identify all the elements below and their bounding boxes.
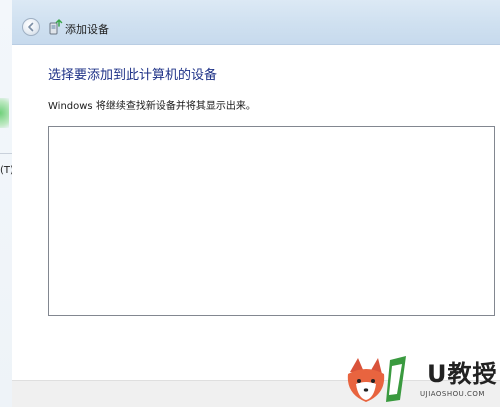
background-window-divider	[0, 153, 12, 154]
dialog-titlebar: 添加设备	[12, 0, 500, 45]
add-device-icon	[49, 19, 63, 35]
background-window-label: (T)	[0, 165, 12, 176]
watermark-brand: U教授	[427, 360, 498, 388]
background-window-highlight	[0, 98, 9, 128]
back-arrow-icon	[28, 22, 34, 32]
page-heading: 选择要添加到此计算机的设备	[48, 68, 218, 83]
add-device-dialog: 添加设备 选择要添加到此计算机的设备 Windows 将继续查找新设备并将其显示…	[12, 0, 500, 407]
watermark: U教授 UJIAOSHOU.COM	[340, 350, 500, 407]
dialog-content: 选择要添加到此计算机的设备 Windows 将继续查找新设备并将其显示出来。	[12, 45, 500, 380]
device-list[interactable]	[48, 126, 495, 316]
page-description: Windows 将继续查找新设备并将其显示出来。	[48, 101, 256, 112]
watermark-url: UJIAOSHOU.COM	[420, 390, 485, 398]
screen: (T) 添加设备 选择要添加到此计算机的设备 Windows 将继续查找新设备并…	[0, 0, 500, 407]
back-button[interactable]	[22, 18, 40, 36]
dialog-title: 添加设备	[65, 23, 109, 36]
fox-logo-icon	[347, 356, 406, 402]
